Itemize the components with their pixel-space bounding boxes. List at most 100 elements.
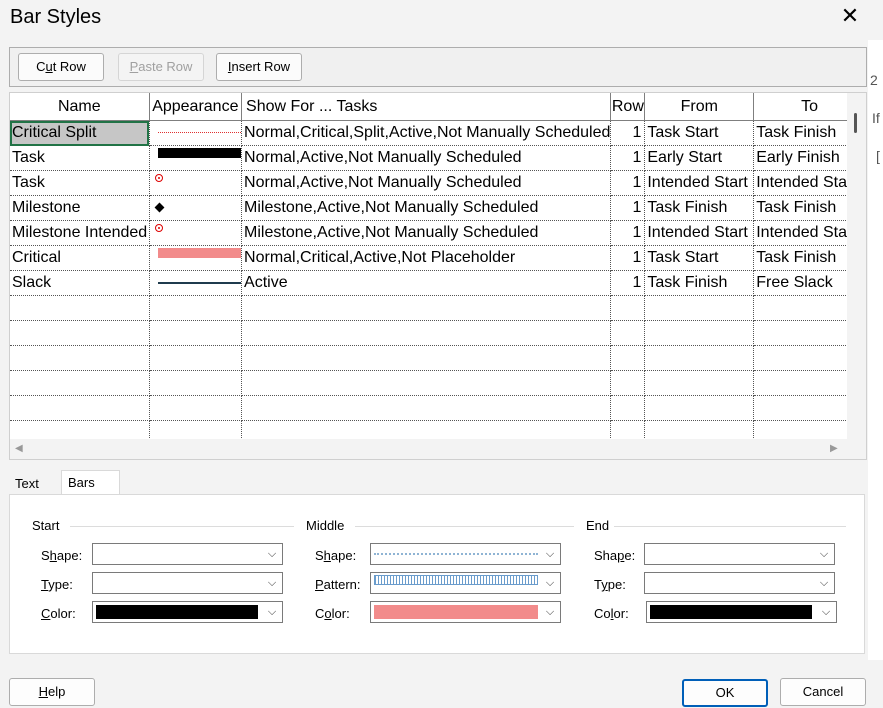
cell-appearance[interactable] — [149, 220, 243, 246]
chevron-down-icon: ⌵ — [267, 606, 277, 618]
cell-show-for[interactable]: Normal,Active,Not Manually Scheduled — [241, 170, 612, 196]
empty-row[interactable] — [10, 345, 866, 371]
chevron-down-icon: ⌵ — [545, 606, 555, 618]
table-row[interactable]: Slack Active 1 Task Finish Free Slack — [10, 270, 866, 296]
bar-styles-grid[interactable]: Name Appearance Show For ... Tasks Row F… — [9, 92, 867, 460]
ok-button[interactable]: OK — [682, 679, 768, 707]
cut-row-button[interactable]: Cut Row — [18, 53, 104, 81]
cell-appearance[interactable] — [149, 145, 243, 171]
salmon-bar-swatch — [157, 248, 241, 258]
cell-from[interactable]: Early Start — [644, 145, 755, 171]
cell-name[interactable]: Milestone Intended — [10, 220, 150, 246]
chevron-down-icon: ⌵ — [545, 548, 555, 560]
cell-row[interactable]: 1 — [610, 245, 646, 271]
table-row[interactable]: Critical Normal,Critical,Active,Not Plac… — [10, 245, 866, 271]
cell-from[interactable]: Intended Start — [644, 170, 755, 196]
cell-row[interactable]: 1 — [610, 220, 646, 246]
empty-row[interactable] — [10, 320, 866, 346]
column-header-appearance[interactable]: Appearance — [149, 93, 243, 121]
chevron-down-icon: ⌵ — [819, 577, 829, 589]
cell-appearance[interactable] — [149, 120, 243, 146]
cell-show-for[interactable]: Normal,Critical,Split,Active,Not Manuall… — [241, 120, 612, 146]
cell-appearance[interactable] — [149, 245, 243, 271]
cell-from[interactable]: Intended Start — [644, 220, 755, 246]
table-row[interactable]: Critical Split Normal,Critical,Split,Act… — [10, 120, 866, 146]
table-row[interactable]: Task Normal,Active,Not Manually Schedule… — [10, 145, 866, 171]
cell-name[interactable]: Critical Split — [10, 120, 150, 146]
chevron-down-icon: ⌵ — [821, 606, 831, 618]
scroll-thumb[interactable] — [854, 113, 857, 133]
title-bar: Bar Styles ✕ — [0, 0, 883, 40]
middle-pattern-preview — [374, 575, 538, 585]
horizontal-scrollbar[interactable]: ◀ ▶ — [10, 439, 866, 459]
cell-row[interactable]: 1 — [610, 145, 646, 171]
cell-show-for[interactable]: Normal,Critical,Active,Not Placeholder — [241, 245, 612, 271]
start-shape-dropdown[interactable]: ⌵ — [92, 543, 283, 565]
cell-name[interactable]: Task — [10, 145, 150, 171]
cell-show-for[interactable]: Milestone,Active,Not Manually Scheduled — [241, 220, 612, 246]
insert-row-button[interactable]: Insert Row — [216, 53, 302, 81]
middle-color-swatch — [374, 605, 538, 619]
middle-pattern-label: Pattern: — [315, 577, 361, 592]
cell-name[interactable]: Critical — [10, 245, 150, 271]
window-title: Bar Styles — [10, 6, 102, 28]
cell-from[interactable]: Task Start — [644, 120, 755, 146]
paste-row-button[interactable]: Paste Row — [118, 53, 204, 81]
empty-row[interactable] — [10, 370, 866, 396]
cell-name[interactable]: Slack — [10, 270, 150, 296]
start-type-dropdown[interactable]: ⌵ — [92, 572, 283, 594]
cell-name[interactable]: Milestone — [10, 195, 150, 221]
help-button[interactable]: Help — [9, 678, 95, 706]
cell-from[interactable]: Task Finish — [644, 270, 755, 296]
end-shape-dropdown[interactable]: ⌵ — [644, 543, 835, 565]
column-header-row[interactable]: Row — [610, 93, 646, 121]
cell-appearance[interactable] — [149, 195, 243, 221]
cell-name[interactable]: Task — [10, 170, 150, 196]
tab-bars[interactable]: Bars — [61, 470, 120, 496]
tab-text[interactable]: Text — [9, 472, 45, 495]
vertical-scrollbar[interactable] — [847, 93, 866, 439]
red-circle-icon — [154, 224, 163, 232]
cell-row[interactable]: 1 — [610, 195, 646, 221]
toolbar: Cut Row Paste Row Insert Row — [9, 47, 867, 87]
cell-row[interactable]: 1 — [610, 170, 646, 196]
cell-show-for[interactable]: Normal,Active,Not Manually Scheduled — [241, 145, 612, 171]
scroll-left-icon[interactable]: ◀ — [15, 443, 23, 454]
cell-show-for[interactable]: Milestone,Active,Not Manually Scheduled — [241, 195, 612, 221]
cell-show-for[interactable]: Active — [241, 270, 612, 296]
bars-tab-panel: Start Shape: ⌵ Type: ⌵ Color: ⌵ Middle S… — [9, 494, 865, 654]
close-icon[interactable]: ✕ — [838, 4, 862, 28]
column-header-show-for[interactable]: Show For ... Tasks — [241, 93, 612, 121]
empty-row[interactable] — [10, 395, 866, 421]
middle-shape-dropdown[interactable]: ⌵ — [370, 543, 561, 565]
middle-shape-preview — [374, 553, 538, 555]
end-color-dropdown[interactable]: ⌵ — [646, 601, 837, 623]
middle-color-dropdown[interactable]: ⌵ — [370, 601, 561, 623]
start-shape-label: Shape: — [41, 548, 83, 563]
cell-row[interactable]: 1 — [610, 270, 646, 296]
end-shape-label: Shape: — [594, 548, 636, 563]
cell-from[interactable]: Task Finish — [644, 195, 755, 221]
table-row[interactable]: Milestone Milestone,Active,Not Manually … — [10, 195, 866, 221]
column-header-name[interactable]: Name — [10, 93, 150, 121]
column-header-from[interactable]: From — [644, 93, 755, 121]
cell-row[interactable]: 1 — [610, 120, 646, 146]
cancel-button[interactable]: Cancel — [780, 678, 866, 706]
cell-appearance[interactable] — [149, 170, 243, 196]
cell-from[interactable]: Task Start — [644, 245, 755, 271]
cell-appearance[interactable] — [149, 270, 243, 296]
empty-row[interactable] — [10, 295, 866, 321]
middle-shape-label: Shape: — [315, 548, 357, 563]
end-color-label: Color: — [594, 606, 629, 621]
background-window-edge: 2 If [ — [868, 40, 883, 660]
navy-line-swatch — [157, 282, 241, 284]
start-color-label: Color: — [41, 606, 76, 621]
table-row[interactable]: Task Normal,Active,Not Manually Schedule… — [10, 170, 866, 196]
middle-pattern-dropdown[interactable]: ⌵ — [370, 572, 561, 594]
start-color-dropdown[interactable]: ⌵ — [92, 601, 283, 623]
scroll-right-icon[interactable]: ▶ — [830, 443, 838, 454]
end-type-dropdown[interactable]: ⌵ — [644, 572, 835, 594]
table-row[interactable]: Milestone Intended Milestone,Active,Not … — [10, 220, 866, 246]
red-circle-icon — [154, 174, 163, 182]
black-bar-swatch — [157, 148, 241, 158]
